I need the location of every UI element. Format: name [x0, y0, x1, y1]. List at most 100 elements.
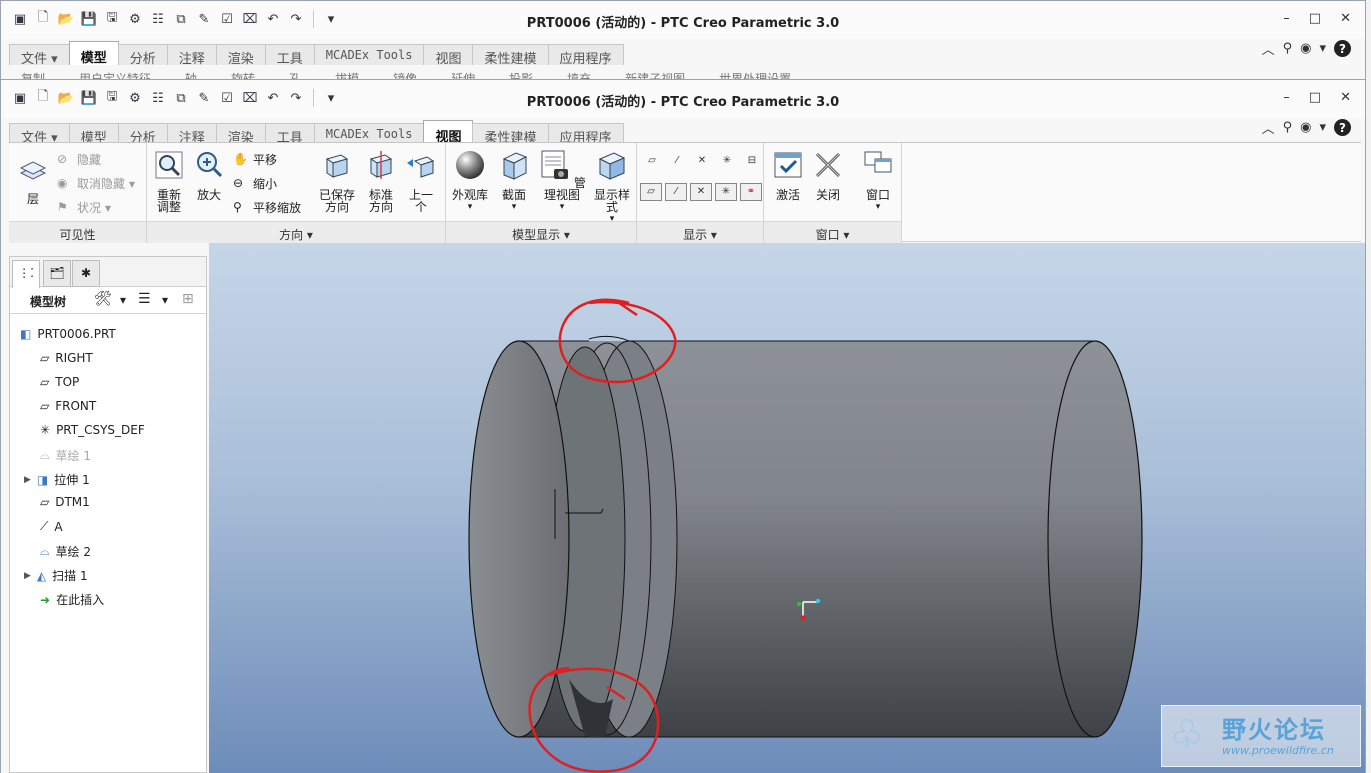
search-icon[interactable]: ⚲	[1283, 41, 1293, 56]
spin-center-icon[interactable]: ⚭	[740, 183, 762, 201]
csys-display-icon[interactable]: ✳	[716, 153, 738, 171]
expand-arrow-icon[interactable]: ▶	[24, 571, 31, 581]
manage-views-button[interactable]: 管理视图 ▾	[536, 149, 588, 213]
pan-button[interactable]: ✋ 平移	[233, 151, 277, 168]
refit-button[interactable]: 重新调整	[151, 149, 187, 213]
folder-browser-tab[interactable]: 🗂	[43, 260, 71, 287]
group-label-orientation[interactable]: 方向 ▾	[147, 221, 445, 243]
tab-mcadex-tools[interactable]: MCADEx Tools	[313, 123, 425, 144]
tree-node-csys[interactable]: ✳ PRT_CSYS_DEF	[40, 423, 145, 437]
chevron-down-icon[interactable]: ▾	[162, 293, 168, 307]
tab-file[interactable]: 文件 ▾	[9, 44, 70, 67]
close-button[interactable]: 关闭	[810, 149, 846, 201]
tree-node-part[interactable]: ◧ PRT0006.PRT	[20, 327, 116, 341]
help-icon[interactable]: ?	[1334, 119, 1351, 136]
tree-node-right[interactable]: ▱ RIGHT	[40, 351, 93, 365]
minimize-icon[interactable]: –	[1283, 90, 1290, 105]
tab-render[interactable]: 渲染	[215, 123, 266, 146]
appearance-gallery-button[interactable]: 外观库 ▾	[450, 149, 490, 213]
minimize-icon[interactable]: –	[1283, 11, 1290, 26]
chevron-down-icon[interactable]: ▾	[1319, 41, 1326, 56]
community-icon[interactable]: ◉	[1300, 120, 1311, 135]
plane-display-icon[interactable]: ▱	[641, 153, 663, 171]
close-x-icon	[815, 152, 841, 178]
annotation-display-icon[interactable]: ⊟	[741, 153, 763, 171]
group-model-display[interactable]: 外观库 ▾ 截面 ▾ 管理视图 ▾ 显示样式 ▾ 模型显示 ▾	[446, 143, 637, 243]
axis-display-icon[interactable]: ⁄	[666, 153, 688, 171]
tab-annotate[interactable]: 注释	[166, 44, 217, 67]
previous-orientation-button[interactable]: 上一个	[403, 149, 439, 213]
zoom-out-button[interactable]: ⊖ 缩小	[233, 175, 277, 192]
tab-analysis[interactable]: 分析	[117, 44, 168, 67]
saved-orientation-button[interactable]: 已保存方向	[317, 149, 357, 213]
plane-tag-display-icon[interactable]: ▱	[640, 183, 662, 201]
tab-analysis[interactable]: 分析	[117, 123, 168, 146]
tab-tools[interactable]: 工具	[264, 44, 315, 67]
chevron-down-icon[interactable]: ▾	[120, 293, 126, 307]
tab-model[interactable]: 模型	[68, 123, 119, 146]
tab-flexible-modeling[interactable]: 柔性建模	[472, 44, 549, 67]
tab-view[interactable]: 视图	[423, 120, 474, 145]
tree-node-front[interactable]: ▱ FRONT	[40, 399, 96, 413]
csys-tag-display-icon[interactable]: ✳	[715, 183, 737, 201]
standard-orientation-button[interactable]: 标准方向	[361, 149, 401, 213]
hide-button[interactable]: ⊘ 隐藏	[57, 151, 101, 168]
model-tree-tab[interactable]: ⋮⁚	[12, 260, 40, 288]
unhide-button[interactable]: ◉ 取消隐藏 ▾	[57, 175, 135, 192]
axis-tag-display-icon[interactable]: ⁄	[665, 183, 687, 201]
tab-render[interactable]: 渲染	[215, 44, 266, 67]
group-label-model-display[interactable]: 模型显示 ▾	[446, 221, 636, 243]
tab-annotate[interactable]: 注释	[166, 123, 217, 146]
standard-orientation-icon	[369, 151, 393, 179]
tab-applications[interactable]: 应用程序	[547, 44, 624, 67]
maximize-icon[interactable]: □	[1309, 90, 1321, 105]
tab-flexible-modeling[interactable]: 柔性建模	[472, 123, 549, 146]
tree-node-insert-here[interactable]: ➜ 在此插入	[40, 591, 104, 608]
tree-settings-icon[interactable]: 🛠	[94, 291, 112, 307]
group-show[interactable]: ▱ ⁄ ✕ ✳ ⊟ ▱ ⁄ ✕ ✳ ⚭ 显示 ▾	[637, 143, 764, 243]
tree-node-top[interactable]: ▱ TOP	[40, 375, 79, 389]
search-icon[interactable]: ⚲	[1283, 120, 1293, 135]
tab-tools[interactable]: 工具	[264, 123, 315, 146]
tab-file[interactable]: 文件 ▾	[9, 123, 70, 146]
graphics-window[interactable]: ♧ 野火论坛 www.proewildfire.cn	[209, 243, 1365, 773]
help-icon[interactable]: ?	[1334, 40, 1351, 57]
pan-zoom-button[interactable]: ⚲ 平移缩放	[233, 199, 301, 216]
collapse-ribbon-icon[interactable]: ︿	[1262, 39, 1275, 58]
close-icon[interactable]: ✕	[1340, 11, 1351, 26]
community-icon[interactable]: ◉	[1300, 41, 1311, 56]
group-window[interactable]: 激活 关闭 窗口 ▾ 窗口 ▾	[764, 143, 902, 243]
close-icon[interactable]: ✕	[1340, 90, 1351, 105]
chevron-down-icon: ▾	[559, 202, 565, 212]
tab-applications[interactable]: 应用程序	[547, 123, 624, 146]
expand-arrow-icon[interactable]: ▶	[24, 475, 31, 485]
windows-icon	[864, 151, 892, 173]
activate-button[interactable]: 激活	[770, 149, 806, 201]
tree-node-extrude-1[interactable]: ▶ ◨ 拉伸 1	[24, 471, 90, 488]
tree-node-sketch-2[interactable]: ⌓ 草绘 2	[40, 543, 91, 560]
tree-node-axis-a[interactable]: ⟋ A	[40, 519, 63, 534]
point-display-icon[interactable]: ✕	[691, 153, 713, 171]
tree-node-sweep-1[interactable]: ▶ ◭ 扫描 1	[24, 567, 88, 584]
group-orientation[interactable]: 重新调整 放大 ✋ 平移 ⊖ 缩小 ⚲ 平移缩放 已保存方向 标准方向 上一个 …	[147, 143, 446, 243]
tree-node-dtm1[interactable]: ▱ DTM1	[40, 495, 90, 509]
group-label-show[interactable]: 显示 ▾	[637, 221, 763, 243]
show-options-icon[interactable]: ☰	[138, 291, 151, 307]
tab-view[interactable]: 视图	[423, 44, 474, 67]
favorites-tab[interactable]: ✱	[72, 260, 100, 287]
display-style-button[interactable]: 显示样式 ▾	[592, 149, 632, 225]
status-button[interactable]: ⚑ 状况 ▾	[57, 199, 111, 216]
point-tag-display-icon[interactable]: ✕	[690, 183, 712, 201]
section-button[interactable]: 截面 ▾	[496, 149, 532, 213]
layer-button[interactable]: 层	[15, 153, 51, 205]
windows-button[interactable]: 窗口 ▾	[860, 149, 896, 213]
group-label-window[interactable]: 窗口 ▾	[764, 221, 901, 243]
tree-node-sketch-1[interactable]: ⌓ 草绘 1	[40, 447, 91, 464]
tab-model[interactable]: 模型	[68, 41, 119, 66]
collapse-ribbon-icon[interactable]: ︿	[1262, 118, 1275, 137]
maximize-icon[interactable]: □	[1309, 11, 1321, 26]
zoom-in-button[interactable]: 放大	[191, 149, 227, 201]
tab-mcadex-tools[interactable]: MCADEx Tools	[313, 44, 425, 65]
tree-filter-icon[interactable]: ⊞	[182, 291, 194, 307]
chevron-down-icon[interactable]: ▾	[1319, 120, 1326, 135]
